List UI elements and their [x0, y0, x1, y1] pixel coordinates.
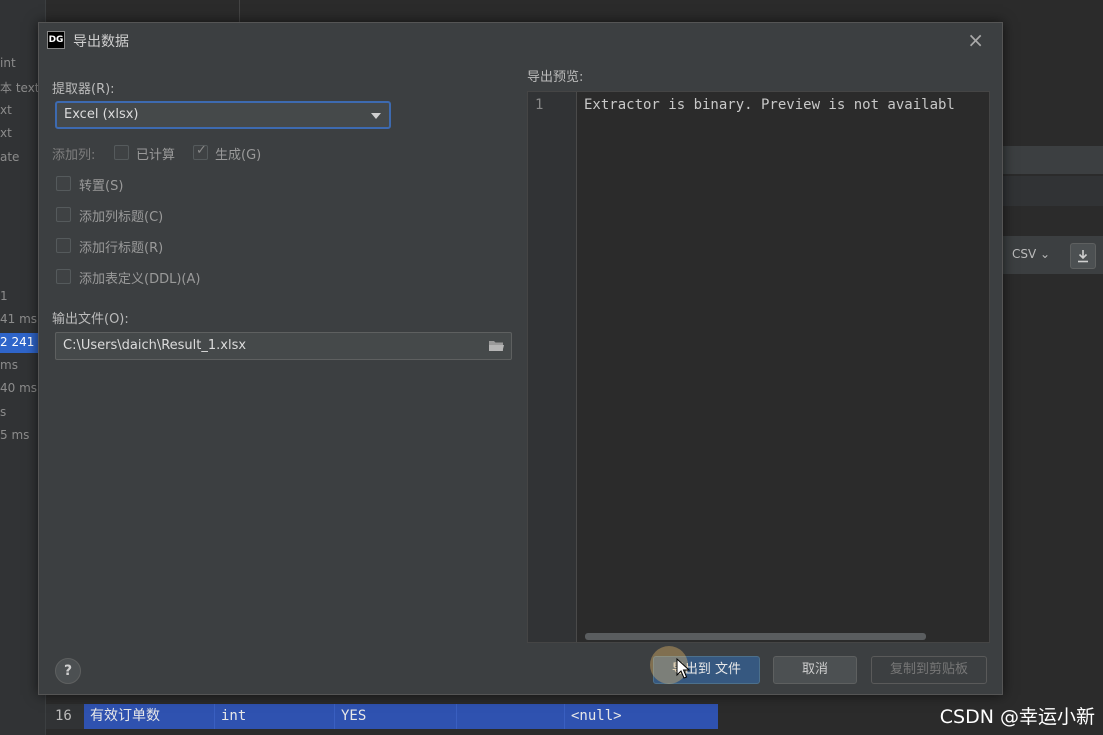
add-row-header-checkbox[interactable]: [56, 238, 71, 253]
generated-checkbox[interactable]: [193, 143, 208, 160]
mouse-cursor-icon: [676, 658, 690, 679]
dialog-title-bar[interactable]: DG 导出数据 ×: [39, 23, 1002, 57]
bg-fragment: int: [0, 56, 16, 70]
generated-label: 生成(G): [215, 148, 262, 163]
line-number: 1: [535, 97, 544, 113]
download-button[interactable]: [1070, 243, 1096, 269]
computed-label: 已计算: [136, 148, 176, 163]
background-right-panel: [1003, 0, 1103, 735]
add-column-header-checkbox[interactable]: [56, 207, 71, 222]
bg-right-subheader: [1003, 176, 1103, 206]
preview-label: 导出预览:: [527, 70, 584, 85]
bg-fragment: 40 ms: [0, 381, 38, 395]
table-row-number: 16: [46, 704, 84, 729]
bg-fragment: s: [0, 405, 7, 419]
datagrip-logo-icon: DG: [47, 31, 65, 49]
export-preview[interactable]: 1 Extractor is binary. Preview is not av…: [527, 91, 990, 643]
add-row-header-label: 添加行标题(R): [79, 241, 164, 256]
extractor-value: Excel (xlsx): [64, 107, 139, 122]
output-file-value: C:\Users\daich\Result_1.xlsx: [63, 338, 247, 353]
table-cell-name[interactable]: 有效订单数: [84, 704, 214, 729]
bg-fragment: 5 ms: [0, 428, 30, 442]
extractor-select[interactable]: Excel (xlsx): [55, 101, 391, 129]
table-cell-default[interactable]: <null>: [564, 704, 718, 729]
output-file-input[interactable]: C:\Users\daich\Result_1.xlsx: [55, 332, 512, 360]
add-ddl-label: 添加表定义(DDL)(A): [79, 272, 201, 287]
bg-fragment: xt: [0, 126, 12, 140]
bg-right-header: [1003, 146, 1103, 174]
copy-to-clipboard-button[interactable]: 复制到剪贴板: [871, 656, 987, 684]
transpose-checkbox[interactable]: [56, 176, 71, 191]
extractor-label: 提取器(R):: [52, 82, 115, 97]
table-cell-nullable[interactable]: YES: [334, 704, 456, 729]
download-icon: [1078, 250, 1088, 263]
add-column-header-label: 添加列标题(C): [79, 210, 164, 225]
bg-fragment: xt: [0, 103, 12, 117]
bg-fragment: ms: [0, 358, 18, 372]
output-file-label: 输出文件(O):: [52, 312, 129, 327]
horizontal-scrollbar[interactable]: [585, 633, 926, 640]
format-select[interactable]: CSV ⌄: [1012, 247, 1050, 261]
transpose-label: 转置(S): [79, 179, 124, 194]
watermark: CSDN @幸运小新: [939, 706, 1095, 728]
table-cell-extra[interactable]: [456, 704, 564, 729]
line-gutter: 1: [528, 92, 577, 642]
add-ddl-checkbox[interactable]: [56, 269, 71, 284]
add-columns-label: 添加列:: [52, 148, 96, 163]
close-icon[interactable]: ×: [967, 28, 984, 52]
folder-icon[interactable]: [488, 339, 505, 353]
dialog-title: 导出数据: [73, 34, 129, 50]
cancel-button[interactable]: 取消: [773, 656, 857, 684]
bg-fragment: ate: [0, 150, 20, 164]
bg-fragment: 本 text: [0, 81, 40, 95]
bg-fragment: 1: [0, 289, 8, 303]
preview-text: Extractor is binary. Preview is not avai…: [584, 97, 955, 113]
bg-toolbar-strip: [170, 0, 240, 22]
help-button[interactable]: ?: [55, 658, 81, 684]
export-data-dialog: DG 导出数据 × 提取器(R): Excel (xlsx) 添加列: 已计算 …: [38, 22, 1003, 695]
chevron-down-icon: [371, 113, 381, 119]
table-cell-type[interactable]: int: [214, 704, 334, 729]
bg-fragment: 41 ms: [0, 312, 38, 326]
computed-checkbox[interactable]: [114, 145, 129, 160]
